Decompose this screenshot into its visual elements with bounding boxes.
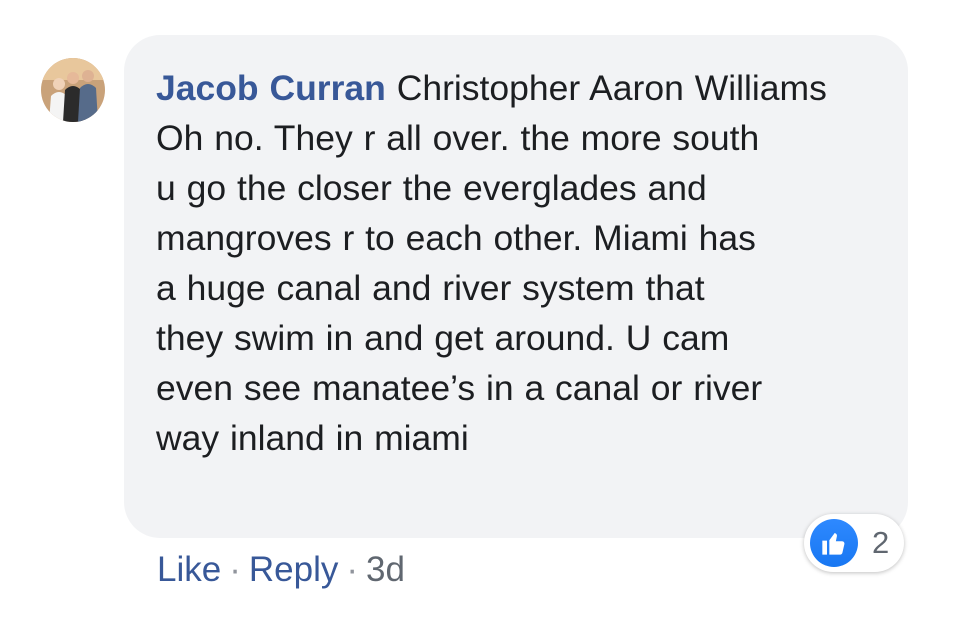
comment-line: they swim in and get around. U cam xyxy=(156,318,730,358)
comment-line: a huge canal and river system that xyxy=(156,268,705,308)
thumbs-up-icon xyxy=(810,519,858,567)
comment-author[interactable]: Jacob Curran xyxy=(156,68,386,108)
comment-actions: Like · Reply · 3d xyxy=(157,546,405,594)
reply-link[interactable]: Reply xyxy=(249,550,338,589)
separator-dot: · xyxy=(229,550,241,589)
comment-line: way inland in miami xyxy=(156,418,469,458)
comment-line: Oh no. They r all over. the more south xyxy=(156,118,760,158)
mentioned-name[interactable]: Christopher Aaron Williams xyxy=(397,68,827,108)
comment-line: mangroves r to each other. Miami has xyxy=(156,218,756,258)
reactions-summary[interactable]: 2 xyxy=(804,514,904,572)
comment-text: Jacob Curran Christopher Aaron Williams … xyxy=(156,63,876,463)
comment-line: u go the closer the everglades and xyxy=(156,168,707,208)
timestamp[interactable]: 3d xyxy=(366,550,405,589)
avatar[interactable] xyxy=(41,58,105,122)
comment-bubble: Jacob Curran Christopher Aaron Williams … xyxy=(124,35,908,538)
reaction-count: 2 xyxy=(872,525,890,560)
comment-line: even see manatee’s in a canal or river xyxy=(156,368,763,408)
like-link[interactable]: Like xyxy=(157,550,221,589)
separator-dot: · xyxy=(346,550,359,589)
